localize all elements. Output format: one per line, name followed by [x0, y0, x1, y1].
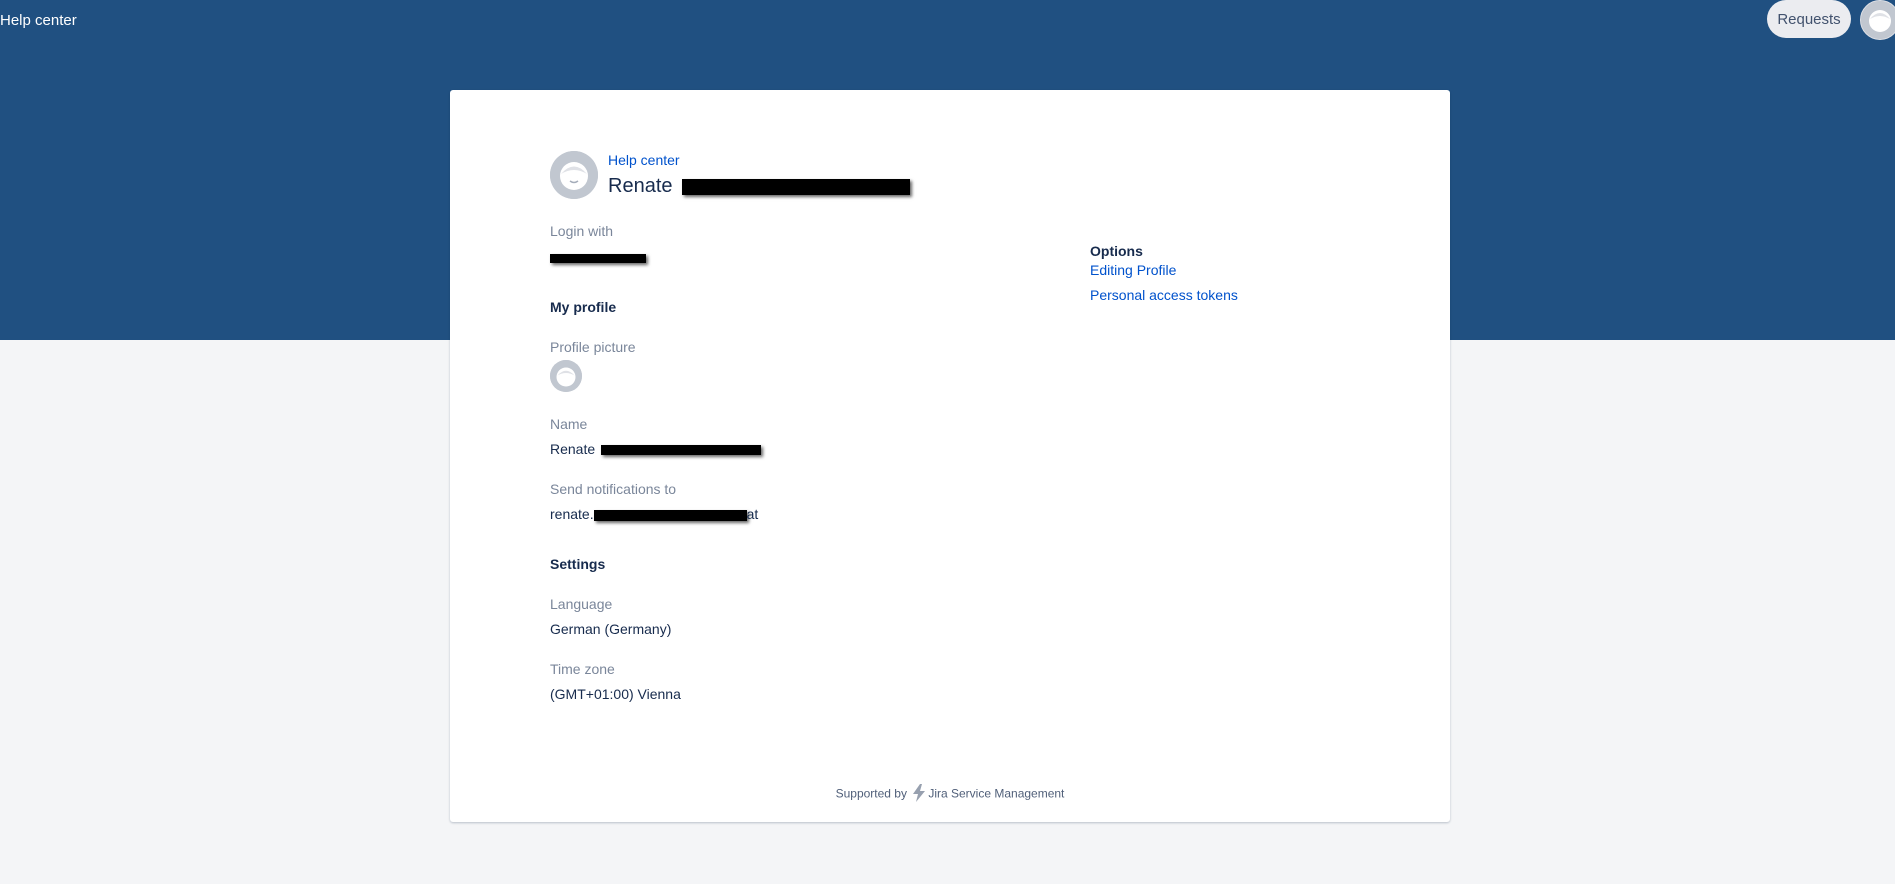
page-title: Renate: [608, 175, 911, 198]
login-with-label: Login with: [550, 223, 614, 239]
name-label: Name: [550, 416, 588, 432]
redacted-name-surname: [601, 445, 762, 456]
options-heading: Options: [1090, 243, 1143, 259]
footer-supported-by: Supported by: [835, 786, 907, 801]
notifications-label: Send notifications to: [550, 481, 677, 497]
jira-lightning-icon: [911, 784, 927, 805]
footer: Supported by Jira Service Management: [450, 784, 1450, 805]
redacted-login: [550, 254, 646, 264]
timezone-value: (GMT+01:00) Vienna: [550, 686, 681, 702]
help-center-home-link[interactable]: Help center: [0, 12, 77, 29]
jira-service-management-link[interactable]: Jira Service Management: [928, 787, 1064, 801]
breadcrumb-help-center[interactable]: Help center: [608, 152, 680, 168]
language-label: Language: [550, 596, 613, 612]
name-first: Renate: [550, 441, 596, 457]
requests-button[interactable]: Requests: [1767, 0, 1851, 38]
profile-picture: [550, 360, 582, 392]
profile-picture-label: Profile picture: [550, 339, 636, 355]
user-avatar-button[interactable]: [1860, 0, 1895, 40]
profile-header-avatar: [550, 151, 598, 199]
editing-profile-link[interactable]: Editing Profile: [1090, 262, 1176, 278]
language-value: German (Germany): [550, 621, 672, 637]
profile-card: Help center Renate Login with My profile…: [450, 90, 1450, 822]
personal-access-tokens-link[interactable]: Personal access tokens: [1090, 287, 1238, 303]
login-value: [550, 250, 646, 268]
timezone-label: Time zone: [550, 661, 615, 677]
email-prefix: renate.: [550, 506, 594, 522]
name-value: Renate: [550, 441, 762, 457]
redacted-email: [593, 509, 747, 521]
avatar-icon: [550, 360, 582, 392]
avatar-icon: [550, 151, 598, 199]
email-suffix: at: [746, 506, 759, 522]
redacted-surname: [682, 178, 911, 195]
my-profile-heading: My profile: [550, 299, 617, 315]
page-title-first-name: Renate: [608, 175, 673, 197]
notifications-email: renate. at: [550, 506, 758, 522]
avatar-icon: [1861, 1, 1895, 39]
settings-heading: Settings: [550, 556, 606, 572]
